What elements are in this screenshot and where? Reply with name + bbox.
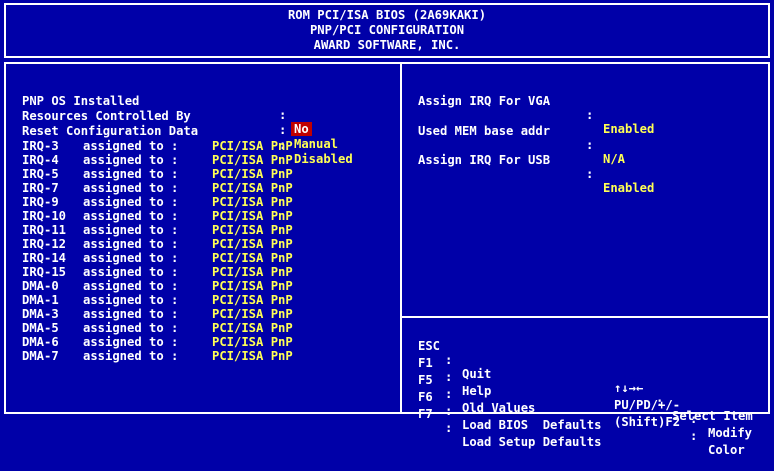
arrow-keys-icon: ↑↓→←	[614, 381, 644, 395]
help-sep: :	[445, 421, 453, 435]
irq-usb-sep: :	[586, 167, 594, 181]
assignment-label: DMA-0	[22, 279, 59, 293]
help-load-setup-defaults: Load Setup Defaults	[462, 435, 602, 449]
key-shift-f2: (Shift)F2	[614, 415, 681, 429]
assignment-text: assigned to :	[83, 349, 179, 363]
resources-value[interactable]: Manual	[294, 137, 338, 151]
key-pu-pd: PU/PD/+/-	[614, 398, 681, 412]
assignment-value[interactable]: PCI/ISA PnP	[212, 349, 293, 363]
assignment-value[interactable]: PCI/ISA PnP	[212, 265, 293, 279]
help-select-item: Select Item	[672, 409, 753, 423]
assignment-value[interactable]: PCI/ISA PnP	[212, 209, 293, 223]
mem-base-sep: :	[586, 138, 594, 152]
assignment-text: assigned to :	[83, 209, 179, 223]
assignment-text: assigned to :	[83, 167, 179, 181]
pnp-os-sep: :	[279, 108, 287, 122]
help-divider	[402, 316, 768, 318]
help-old-values: Old Values	[462, 401, 536, 415]
help-help: Help	[462, 384, 492, 398]
bios-title: ROM PCI/ISA BIOS (2A69KAKI)	[287, 8, 487, 22]
assignment-value[interactable]: PCI/ISA PnP	[212, 321, 293, 335]
assignment-label: IRQ-9	[22, 195, 59, 209]
bios-header: ROM PCI/ISA BIOS (2A69KAKI) PNP/PCI CONF…	[4, 3, 770, 58]
assignment-text: assigned to :	[83, 321, 179, 335]
assignment-value[interactable]: PCI/ISA PnP	[212, 335, 293, 349]
assignment-value[interactable]: PCI/ISA PnP	[212, 251, 293, 265]
assignment-label: DMA-5	[22, 321, 59, 335]
help-modify: Modify	[708, 426, 753, 440]
pnp-os-value[interactable]: No	[291, 122, 312, 136]
reset-config-label: Reset Configuration Data	[22, 124, 199, 138]
irq-usb-row[interactable]: Assign IRQ For USB : Enabled	[418, 139, 654, 209]
assignment-label: DMA-1	[22, 293, 59, 307]
assignment-label: IRQ-11	[22, 223, 67, 237]
vertical-divider	[400, 64, 402, 412]
assignment-label: IRQ-5	[22, 167, 59, 181]
assignment-value[interactable]: PCI/ISA PnP	[212, 223, 293, 237]
assignment-value[interactable]: PCI/ISA PnP	[212, 139, 293, 153]
assignment-label: IRQ-4	[22, 153, 59, 167]
assignment-label: IRQ-12	[22, 237, 67, 251]
mem-base-label: Used MEM base addr	[418, 124, 551, 138]
assignment-value[interactable]: PCI/ISA PnP	[212, 307, 293, 321]
help-quit: Quit	[462, 367, 492, 381]
assignment-value[interactable]: PCI/ISA PnP	[212, 167, 293, 181]
resources-sep: :	[279, 123, 287, 137]
assignment-text: assigned to :	[83, 279, 179, 293]
help-row: F7 : Load Setup Defaults	[418, 393, 601, 463]
reset-config-value[interactable]: Disabled	[294, 152, 353, 166]
assignment-text: assigned to :	[83, 223, 179, 237]
assignment-value[interactable]: PCI/ISA PnP	[212, 237, 293, 251]
assignment-text: assigned to :	[83, 265, 179, 279]
assignment-text: assigned to :	[83, 307, 179, 321]
assignment-text: assigned to :	[83, 293, 179, 307]
assignment-label: DMA-3	[22, 307, 59, 321]
assignment-value[interactable]: PCI/ISA PnP	[212, 195, 293, 209]
assignment-text: assigned to :	[83, 335, 179, 349]
irq-usb-label: Assign IRQ For USB	[418, 153, 551, 167]
help-color: Color	[708, 443, 745, 457]
assignment-value[interactable]: PCI/ISA PnP	[212, 279, 293, 293]
assignment-label: DMA-7	[22, 349, 59, 363]
assignment-text: assigned to :	[83, 237, 179, 251]
assignment-text: assigned to :	[83, 153, 179, 167]
assignment-value[interactable]: PCI/ISA PnP	[212, 153, 293, 167]
assignment-text: assigned to :	[83, 181, 179, 195]
assignment-label: IRQ-10	[22, 209, 67, 223]
assignment-value[interactable]: PCI/ISA PnP	[212, 181, 293, 195]
help-sep: :	[690, 429, 698, 443]
assignment-text: assigned to :	[83, 195, 179, 209]
assignment-value[interactable]: PCI/ISA PnP	[212, 293, 293, 307]
assignment-label: IRQ-3	[22, 139, 59, 153]
irq-vga-label: Assign IRQ For VGA	[418, 94, 551, 108]
irq-usb-value[interactable]: Enabled	[603, 181, 654, 195]
help-sep: :	[690, 412, 698, 426]
mem-base-value[interactable]: N/A	[603, 152, 625, 166]
assignment-label: IRQ-7	[22, 181, 59, 195]
page-title: PNP/PCI CONFIGURATION	[309, 23, 465, 37]
assignment-text: assigned to :	[83, 139, 179, 153]
assignment-label: IRQ-15	[22, 265, 67, 279]
assignment-label: DMA-6	[22, 335, 59, 349]
vendor-name: AWARD SOFTWARE, INC.	[313, 38, 461, 52]
assignment-text: assigned to :	[83, 251, 179, 265]
config-panel: PNP OS Installed : No Resources Controll…	[4, 62, 770, 457]
help-load-bios-defaults: Load BIOS Defaults	[462, 418, 602, 432]
irq-vga-value[interactable]: Enabled	[603, 122, 654, 136]
irq-vga-sep: :	[586, 108, 594, 122]
assignment-label: IRQ-14	[22, 251, 67, 265]
key-f7: F7	[418, 407, 433, 421]
